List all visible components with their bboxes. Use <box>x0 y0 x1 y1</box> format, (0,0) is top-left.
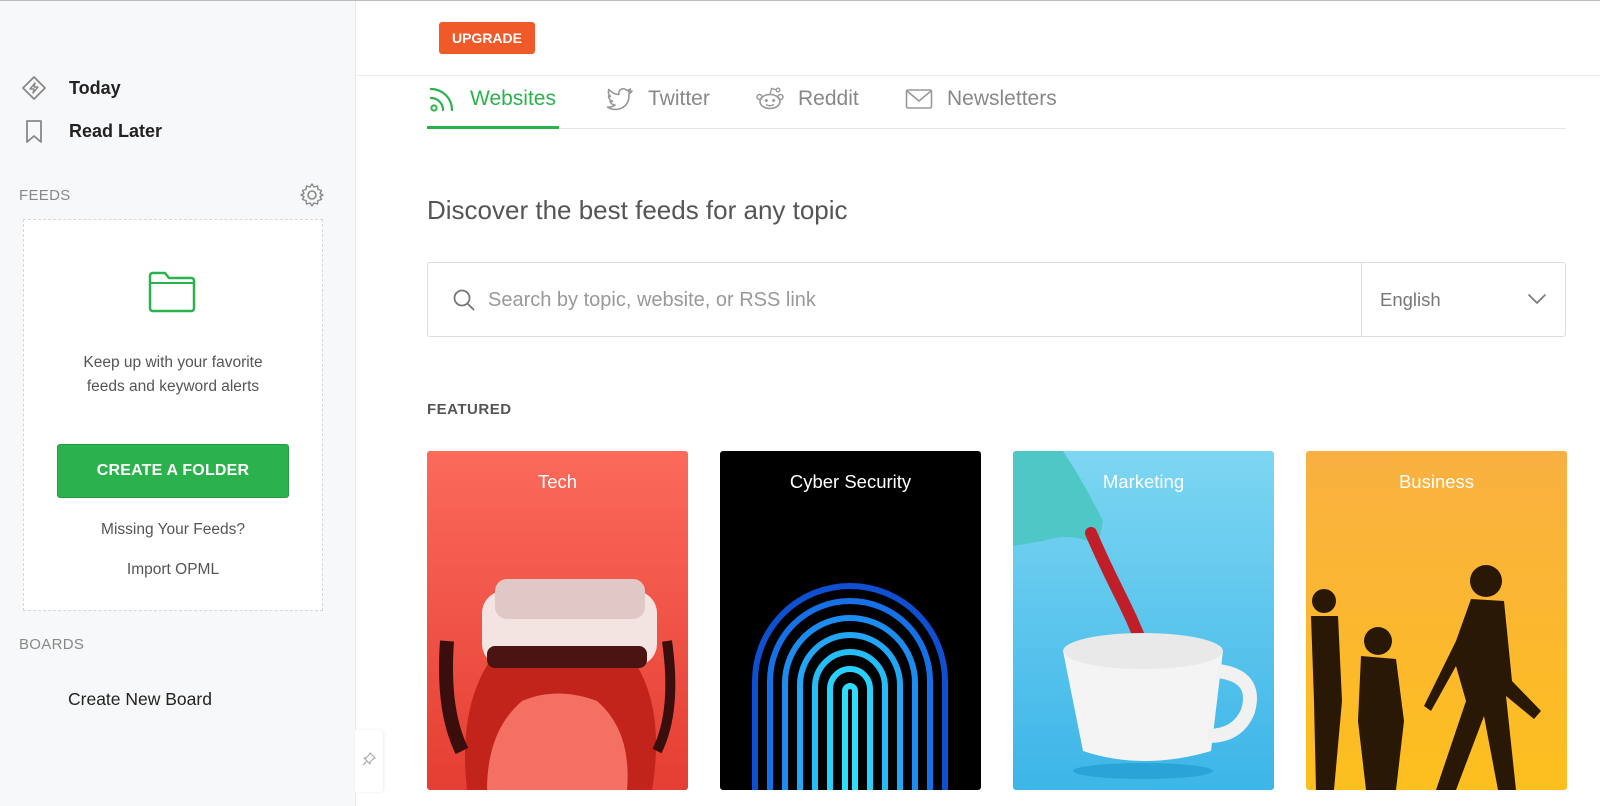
search-input[interactable] <box>488 281 1328 319</box>
tab-newsletters-label: Newsletters <box>947 87 1057 110</box>
boards-section-title: BOARDS <box>19 636 85 653</box>
card-title-cyber-security: Cyber Security <box>789 471 912 492</box>
nav-today-label: Today <box>69 77 121 98</box>
source-tabs: Websites Twitter Reddit Newsletters <box>427 76 1566 129</box>
page-heading: Discover the best feeds for any topic <box>427 195 848 225</box>
rss-icon <box>427 84 457 114</box>
search-bar: English <box>427 262 1566 337</box>
language-select[interactable]: English <box>1361 263 1566 336</box>
feeds-message-line1: Keep up with your favorite <box>83 354 263 371</box>
nav-today[interactable]: Today <box>20 74 121 102</box>
import-opml-link[interactable]: Import OPML <box>24 561 322 579</box>
featured-card-cyber-security[interactable]: Cyber Security <box>720 451 981 790</box>
tab-twitter-label: Twitter <box>648 87 710 110</box>
pin-icon <box>362 751 376 771</box>
tab-websites[interactable]: Websites <box>427 84 559 129</box>
folder-icon <box>147 270 197 319</box>
chevron-down-icon <box>1527 289 1547 314</box>
today-icon <box>20 74 48 102</box>
reddit-icon <box>755 84 785 114</box>
vr-headset-image <box>427 451 688 790</box>
bookmark-icon <box>20 117 48 145</box>
featured-card-business[interactable]: Business <box>1306 451 1567 790</box>
create-folder-button[interactable]: CREATE A FOLDER <box>57 444 289 498</box>
tab-websites-label: Websites <box>470 87 556 110</box>
tab-reddit[interactable]: Reddit <box>755 84 859 129</box>
teapot-cup-image <box>1013 451 1274 790</box>
twitter-icon <box>605 84 635 114</box>
fingerprint-image <box>720 451 981 790</box>
feeds-empty-message: Keep up with your favorite feeds and key… <box>24 351 322 399</box>
tab-twitter[interactable]: Twitter <box>605 84 710 129</box>
nav-read-later-label: Read Later <box>69 120 163 141</box>
upgrade-button[interactable]: UPGRADE <box>439 22 535 54</box>
gear-icon[interactable] <box>299 182 325 208</box>
card-title-marketing: Marketing <box>1102 471 1185 492</box>
envelope-icon <box>904 84 934 114</box>
search-icon <box>452 288 476 317</box>
missing-feeds-link[interactable]: Missing Your Feeds? <box>24 521 322 539</box>
empty-feeds-panel: Keep up with your favorite feeds and key… <box>23 219 323 611</box>
feeds-section-title: FEEDS <box>19 187 71 204</box>
featured-section-title: FEATURED <box>427 401 512 418</box>
featured-card-tech[interactable]: Tech <box>427 451 688 790</box>
tab-reddit-label: Reddit <box>798 87 859 110</box>
sidebar: Today Read Later FEEDS Keep up with your… <box>0 1 356 806</box>
create-new-board-link[interactable]: Create New Board <box>68 689 212 710</box>
feeds-message-line2: feeds and keyword alerts <box>86 378 260 395</box>
card-title-business: Business <box>1398 471 1475 492</box>
nav-read-later[interactable]: Read Later <box>20 117 162 145</box>
language-value: English <box>1380 289 1441 310</box>
people-walking-image <box>1306 451 1567 790</box>
card-title-tech: Tech <box>537 471 578 492</box>
tab-newsletters[interactable]: Newsletters <box>904 84 1057 129</box>
pin-sidebar-button[interactable] <box>355 730 383 792</box>
featured-card-marketing[interactable]: Marketing <box>1013 451 1274 790</box>
